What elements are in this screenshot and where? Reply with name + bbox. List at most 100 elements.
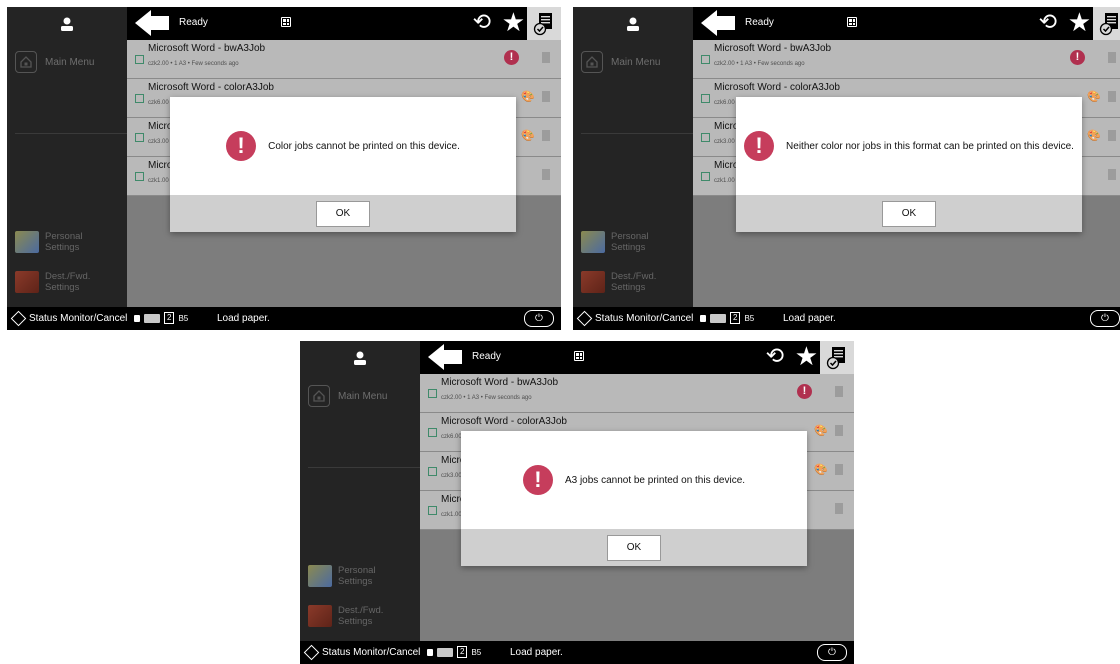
job-details: czk1.00 (441, 512, 462, 518)
error-icon: ! (1070, 50, 1085, 65)
job-row[interactable]: Microsoft Word - bwA3Job czk2.00 • 1 A3 … (693, 40, 1120, 79)
status-bar: Status Monitor/Cancel 2 B5 Load paper. ⏻ (300, 641, 854, 664)
back-arrow-tail[interactable] (149, 16, 169, 30)
star-icon[interactable]: ★ (502, 8, 525, 36)
status-monitor-button[interactable]: Status Monitor/Cancel (576, 310, 693, 327)
document-icon (542, 91, 550, 102)
document-icon (542, 169, 550, 180)
job-checkbox[interactable] (135, 55, 144, 64)
energy-saver-icon[interactable]: ⏻ (524, 310, 554, 327)
job-details: czk3.00 (441, 473, 462, 479)
main-menu-label: Main Menu (338, 390, 388, 402)
sidebar-divider (15, 133, 127, 134)
paper-tray-info: 2 B5 (427, 646, 481, 658)
sidebar: Main Menu Personal Settings Dest./Fwd. S… (300, 341, 420, 641)
back-arrow-tail[interactable] (442, 350, 462, 364)
job-select-icon[interactable] (1093, 7, 1120, 40)
layout-grid-icon[interactable] (847, 17, 857, 27)
job-checkbox[interactable] (135, 94, 144, 103)
status-monitor-button[interactable]: Status Monitor/Cancel (10, 310, 127, 327)
job-row[interactable]: Microsoft Word - bwA3Job czk2.00 • 1 A3 … (420, 374, 854, 413)
home-icon (581, 51, 603, 73)
status-monitor-icon (10, 310, 27, 327)
dialog-button-bar: OK (170, 195, 516, 232)
personal-settings-line1: Personal (45, 231, 83, 242)
lock-icon (134, 314, 140, 322)
status-monitor-button[interactable]: Status Monitor/Cancel (303, 644, 420, 661)
dest-fwd-line1: Dest./Fwd. (611, 271, 657, 282)
dest-fwd-settings-label: Dest./Fwd. Settings (45, 271, 90, 293)
status-message: Load paper. (783, 313, 836, 324)
star-icon[interactable]: ★ (1068, 8, 1091, 36)
energy-saver-icon[interactable]: ⏻ (1090, 310, 1120, 327)
home-icon (308, 385, 330, 407)
dest-fwd-settings-button[interactable]: Dest./Fwd. Settings (15, 271, 90, 293)
job-details: czk6.00 (441, 434, 462, 440)
job-title: Microsoft Word - colorA3Job (441, 416, 567, 427)
job-checkbox[interactable] (428, 506, 437, 515)
top-bar: Ready ⟲ ★ (693, 7, 1120, 40)
job-checkbox[interactable] (135, 172, 144, 181)
personal-settings-button[interactable]: Personal Settings (581, 231, 649, 253)
tray-number: 2 (457, 646, 468, 658)
job-checkbox[interactable] (701, 94, 710, 103)
dialog-message: A3 jobs cannot be printed on this device… (564, 474, 746, 486)
personal-settings-line2: Settings (45, 242, 80, 253)
lock-icon (700, 314, 706, 322)
layout-grid-icon[interactable] (574, 351, 584, 361)
job-checkbox[interactable] (428, 467, 437, 476)
layout-grid-icon[interactable] (281, 17, 291, 27)
job-checkbox[interactable] (701, 133, 710, 142)
job-checkbox[interactable] (701, 172, 710, 181)
dest-fwd-settings-icon (581, 271, 605, 293)
status-bar: Status Monitor/Cancel 2 B5 Load paper. ⏻ (573, 307, 1120, 330)
job-checkbox[interactable] (135, 133, 144, 142)
paper-size: B5 (178, 313, 189, 323)
printer-screen: Main Menu Personal Settings Dest./Fwd. S… (300, 341, 854, 664)
dest-fwd-line1: Dest./Fwd. (45, 271, 91, 282)
login-user-button[interactable] (573, 7, 693, 41)
job-title: Microsoft Word - bwA3Job (148, 43, 266, 54)
personal-settings-button[interactable]: Personal Settings (15, 231, 83, 253)
history-icon[interactable]: ⟲ (1039, 9, 1057, 35)
history-icon[interactable]: ⟲ (766, 343, 784, 369)
star-icon[interactable]: ★ (795, 342, 818, 370)
dialog-message-row: ! A3 jobs cannot be printed on this devi… (461, 431, 807, 529)
document-icon (542, 52, 550, 63)
printer-screen: Main Menu Personal Settings Dest./Fwd. S… (573, 7, 1120, 330)
personal-settings-line2: Settings (338, 576, 373, 587)
job-select-icon[interactable] (527, 7, 561, 40)
error-dialog: ! Neither color nor jobs in this format … (736, 97, 1082, 232)
dest-fwd-line2: Settings (338, 616, 373, 627)
login-user-button[interactable] (7, 7, 127, 41)
status-message: Load paper. (510, 647, 563, 658)
history-icon[interactable]: ⟲ (473, 9, 491, 35)
job-row[interactable]: Microsoft Word - bwA3Job czk2.00 • 1 A3 … (127, 40, 561, 79)
main-menu-button[interactable]: Main Menu (15, 51, 94, 73)
dest-fwd-settings-button[interactable]: Dest./Fwd. Settings (581, 271, 656, 293)
dest-fwd-settings-button[interactable]: Dest./Fwd. Settings (308, 605, 383, 627)
status-bar: Status Monitor/Cancel 2 B5 Load paper. ⏻ (7, 307, 561, 330)
login-user-button[interactable] (300, 341, 420, 375)
ok-button[interactable]: OK (882, 200, 936, 227)
error-dialog: ! A3 jobs cannot be printed on this devi… (461, 431, 807, 566)
error-icon: ! (797, 384, 812, 399)
personal-settings-icon (308, 565, 332, 587)
ok-button[interactable]: OK (607, 534, 661, 561)
job-checkbox[interactable] (428, 389, 437, 398)
main-menu-button[interactable]: Main Menu (581, 51, 660, 73)
color-palette-icon: 🎨 (814, 464, 828, 476)
user-icon (354, 351, 366, 365)
job-checkbox[interactable] (428, 428, 437, 437)
energy-saver-icon[interactable]: ⏻ (817, 644, 847, 661)
back-arrow-tail[interactable] (715, 16, 735, 30)
job-checkbox[interactable] (701, 55, 710, 64)
personal-settings-line1: Personal (611, 231, 649, 242)
document-icon (1108, 130, 1116, 141)
job-select-icon[interactable] (820, 341, 854, 374)
alert-icon: ! (522, 465, 553, 495)
job-details: czk6.00 (714, 100, 735, 106)
personal-settings-button[interactable]: Personal Settings (308, 565, 376, 587)
main-menu-button[interactable]: Main Menu (308, 385, 387, 407)
ok-button[interactable]: OK (316, 200, 370, 227)
